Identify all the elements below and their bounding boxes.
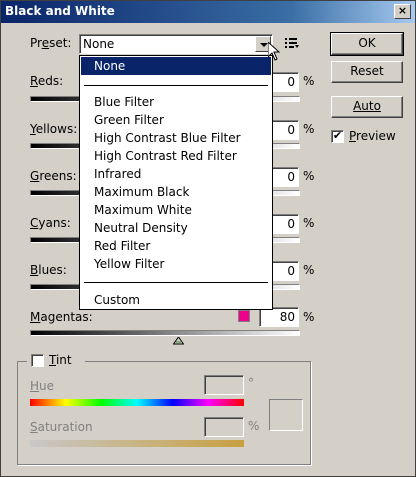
preview-label: Preview bbox=[349, 129, 396, 143]
preset-label-prefix: Pr bbox=[30, 36, 42, 50]
saturation-label-mnemonic: S bbox=[30, 420, 38, 434]
greens-label-rest: reens: bbox=[39, 169, 77, 183]
magentas-color-swatch bbox=[238, 310, 250, 322]
window-title: Black and White bbox=[5, 4, 115, 18]
reds-label-mnemonic: R bbox=[30, 74, 38, 88]
dropdown-item-high-contrast-red-filter[interactable]: High Contrast Red Filter bbox=[81, 147, 271, 165]
cyans-unit: % bbox=[303, 216, 315, 230]
hue-label-mnemonic: H bbox=[30, 379, 40, 393]
preset-label: Preset: bbox=[30, 36, 71, 50]
title-bar[interactable]: Black and White × bbox=[1, 1, 415, 23]
reds-unit: % bbox=[303, 74, 315, 88]
magentas-label-mnemonic: M bbox=[30, 310, 41, 324]
hue-unit: ° bbox=[248, 376, 254, 390]
saturation-label: Saturation bbox=[30, 420, 93, 434]
auto-button-label: Auto bbox=[353, 99, 381, 113]
hue-label: Hue bbox=[30, 379, 54, 393]
black-and-white-dialog: Black and White × Preset: None OK Reset … bbox=[0, 0, 416, 477]
preset-dropdown-list: None Blue Filter Green Filter High Contr… bbox=[79, 55, 273, 310]
saturation-slider-track[interactable] bbox=[30, 440, 244, 447]
greens-unit: % bbox=[303, 169, 315, 183]
dropdown-item-infrared[interactable]: Infrared bbox=[81, 165, 271, 183]
dropdown-item-neutral-density[interactable]: Neutral Density bbox=[81, 219, 271, 237]
preset-label-suffix: set: bbox=[49, 36, 72, 50]
preset-select-value: None bbox=[83, 37, 115, 51]
magentas-label: Magentas: bbox=[30, 310, 93, 324]
tint-group bbox=[17, 361, 311, 465]
dropdown-item-none[interactable]: None bbox=[81, 57, 271, 75]
preset-select[interactable]: None bbox=[79, 34, 273, 54]
preset-label-mnemonic: e bbox=[41, 36, 50, 50]
ok-button[interactable]: OK bbox=[330, 32, 404, 56]
cyans-label-rest: yans: bbox=[38, 216, 71, 230]
yellows-label-rest: ellows: bbox=[35, 122, 78, 136]
auto-button[interactable]: Auto bbox=[331, 96, 403, 118]
dropdown-item-high-contrast-blue-filter[interactable]: High Contrast Blue Filter bbox=[81, 129, 271, 147]
dropdown-item-red-filter[interactable]: Red Filter bbox=[81, 237, 271, 255]
blues-label: Blues: bbox=[30, 263, 67, 277]
cyans-label: Cyans: bbox=[30, 216, 71, 230]
dropdown-item-blue-filter[interactable]: Blue Filter bbox=[81, 93, 271, 111]
magentas-unit: % bbox=[303, 310, 315, 324]
magentas-value-field[interactable]: 80 bbox=[259, 307, 299, 327]
greens-label-mnemonic: G bbox=[30, 169, 40, 183]
magentas-slider-track[interactable] bbox=[30, 330, 300, 336]
dropdown-item-maximum-black[interactable]: Maximum Black bbox=[81, 183, 271, 201]
saturation-value-field[interactable] bbox=[204, 417, 244, 437]
magentas-slider-thumb[interactable] bbox=[173, 337, 184, 345]
dropdown-item-green-filter[interactable]: Green Filter bbox=[81, 111, 271, 129]
preview-label-rest: review bbox=[356, 129, 396, 143]
mouse-cursor-icon bbox=[268, 42, 280, 61]
blues-label-rest: lues: bbox=[38, 263, 67, 277]
greens-label: Greens: bbox=[30, 169, 77, 183]
preset-options-icon[interactable] bbox=[285, 37, 299, 49]
tint-label-mnemonic: T bbox=[49, 353, 56, 367]
saturation-unit: % bbox=[248, 419, 260, 433]
magentas-label-rest: agentas: bbox=[40, 310, 93, 324]
tint-label-rest: int bbox=[55, 353, 72, 367]
blues-label-mnemonic: B bbox=[30, 263, 39, 277]
hue-slider-track[interactable] bbox=[30, 399, 244, 406]
reds-label-rest: eds: bbox=[37, 74, 64, 88]
tint-checkbox[interactable] bbox=[31, 354, 44, 367]
tint-label: Tint bbox=[49, 353, 72, 367]
saturation-label-rest: aturation bbox=[37, 420, 93, 434]
hue-value-field[interactable] bbox=[204, 375, 244, 395]
dropdown-separator bbox=[84, 282, 268, 283]
tint-color-swatch[interactable] bbox=[269, 399, 303, 431]
dropdown-separator bbox=[84, 85, 268, 86]
dropdown-item-maximum-white[interactable]: Maximum White bbox=[81, 201, 271, 219]
preview-checkbox[interactable]: ✔ bbox=[331, 130, 344, 143]
reset-button[interactable]: Reset bbox=[331, 61, 403, 83]
hue-label-rest: ue bbox=[39, 379, 55, 393]
close-button[interactable]: × bbox=[394, 4, 411, 19]
yellows-unit: % bbox=[303, 122, 315, 136]
dropdown-item-yellow-filter[interactable]: Yellow Filter bbox=[81, 255, 271, 273]
dropdown-item-custom[interactable]: Custom bbox=[81, 291, 271, 309]
yellows-label: Yellows: bbox=[30, 122, 77, 136]
reds-label: Reds: bbox=[30, 74, 63, 88]
blues-unit: % bbox=[303, 263, 315, 277]
preview-label-mnemonic: P bbox=[349, 129, 357, 143]
